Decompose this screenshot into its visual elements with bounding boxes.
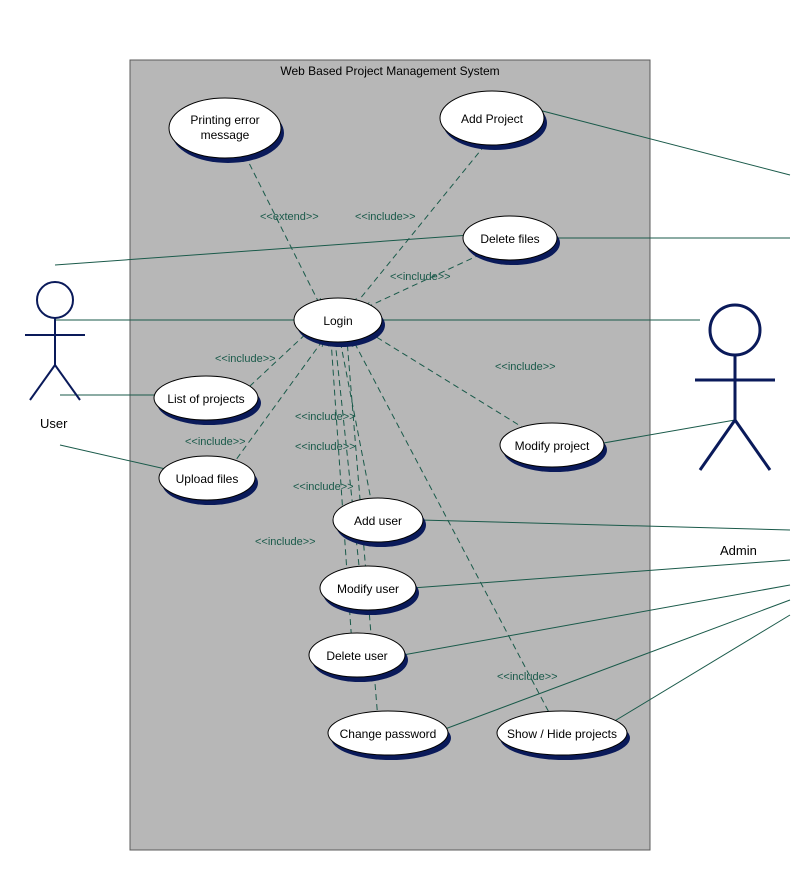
system-title: Web Based Project Management System bbox=[280, 64, 499, 78]
svg-text:<<extend>>: <<extend>> bbox=[260, 211, 319, 223]
uc-modify-project: Modify project bbox=[515, 439, 590, 453]
use-case-diagram: Web Based Project Management System <<ex… bbox=[0, 0, 810, 872]
uc-delete-user: Delete user bbox=[326, 649, 387, 663]
svg-text:<<include>>: <<include>> bbox=[495, 361, 556, 373]
svg-text:<<include>>: <<include>> bbox=[295, 441, 356, 453]
uc-show-hide-projects: Show / Hide projects bbox=[507, 727, 617, 741]
uc-modify-user: Modify user bbox=[337, 582, 399, 596]
svg-text:<<include>>: <<include>> bbox=[390, 271, 451, 283]
uc-delete-files: Delete files bbox=[480, 232, 539, 246]
uc-printing-error-line2: message bbox=[201, 128, 250, 142]
uc-change-password: Change password bbox=[340, 727, 437, 741]
svg-text:<<include>>: <<include>> bbox=[497, 671, 558, 683]
uc-printing-error-line1: Printing error bbox=[190, 113, 259, 127]
svg-text:<<include>>: <<include>> bbox=[185, 436, 246, 448]
actor-user-label: User bbox=[40, 416, 68, 431]
uc-login: Login bbox=[323, 314, 352, 328]
svg-text:<<include>>: <<include>> bbox=[255, 536, 316, 548]
svg-text:<<include>>: <<include>> bbox=[295, 411, 356, 423]
actor-admin-label: Admin bbox=[720, 543, 757, 558]
uc-add-user: Add user bbox=[354, 514, 402, 528]
uc-upload-files: Upload files bbox=[176, 472, 239, 486]
uc-list-projects: List of projects bbox=[167, 392, 244, 406]
uc-add-project: Add Project bbox=[461, 112, 524, 126]
actor-user bbox=[25, 282, 85, 400]
svg-text:<<include>>: <<include>> bbox=[355, 211, 416, 223]
svg-text:<<include>>: <<include>> bbox=[293, 481, 354, 493]
svg-text:<<include>>: <<include>> bbox=[215, 353, 276, 365]
actor-admin bbox=[695, 305, 775, 470]
